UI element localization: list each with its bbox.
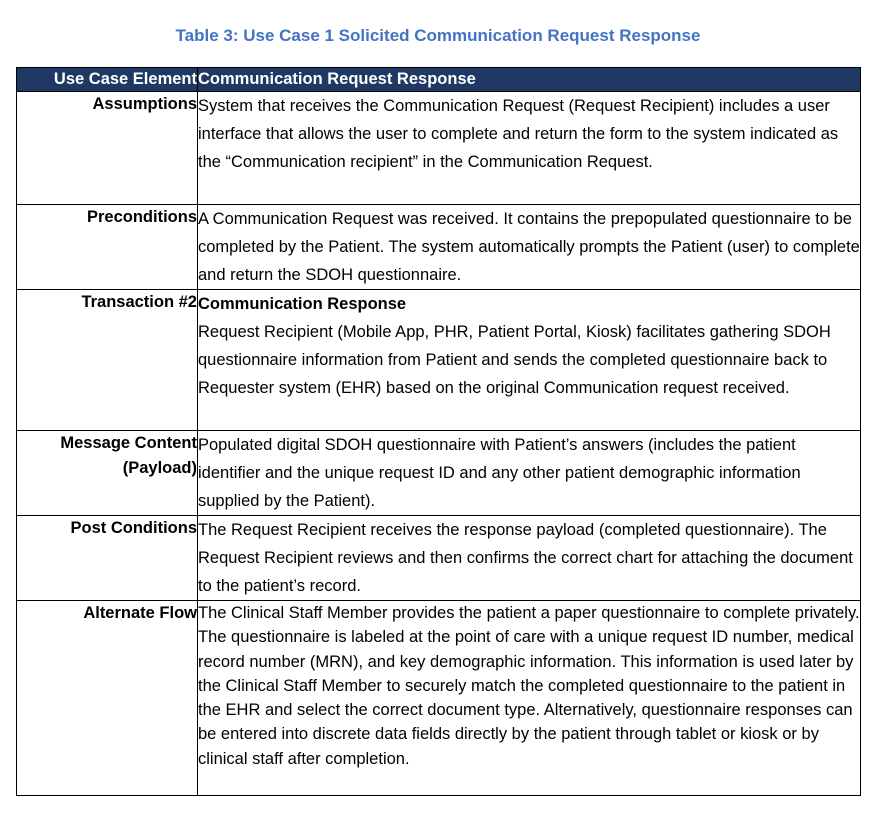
row-element-label: Transaction #2 (16, 289, 198, 431)
table-row: Message Content (Payload) Populated digi… (16, 430, 861, 516)
table-row: Transaction #2 Communication Response Re… (16, 289, 861, 431)
transaction-subtitle: Communication Response (198, 295, 407, 313)
table-header-row: Use Case Element Communication Request R… (16, 67, 861, 92)
row-element-label: Preconditions (16, 204, 198, 290)
row-description: System that receives the Communication R… (197, 91, 861, 205)
table-caption: Table 3: Use Case 1 Solicited Communicat… (175, 26, 701, 45)
table-row: Post Conditions The Request Recipient re… (16, 515, 861, 601)
row-description: Populated digital SDOH questionnaire wit… (197, 430, 861, 516)
transaction-text: Request Recipient (Mobile App, PHR, Pati… (198, 323, 831, 397)
row-element-label: Message Content (Payload) (16, 430, 198, 516)
row-description: A Communication Request was received. It… (197, 204, 861, 290)
table-row: Preconditions A Communication Request wa… (16, 204, 861, 290)
message-content-label: Message Content (Payload) (60, 434, 197, 477)
row-description: Communication Response Request Recipient… (197, 289, 861, 431)
use-case-table: Use Case Element Communication Request R… (16, 67, 861, 796)
row-element-label: Post Conditions (16, 515, 198, 601)
table-row: Assumptions System that receives the Com… (16, 91, 861, 205)
table-row: Alternate Flow The Clinical Staff Member… (16, 600, 861, 796)
row-description: The Request Recipient receives the respo… (197, 515, 861, 601)
header-use-case-element: Use Case Element (16, 67, 198, 92)
row-description: The Clinical Staff Member provides the p… (197, 600, 861, 796)
row-element-label: Alternate Flow (16, 600, 198, 796)
row-element-label: Assumptions (16, 91, 198, 205)
header-communication-request-response: Communication Request Response (197, 67, 861, 92)
